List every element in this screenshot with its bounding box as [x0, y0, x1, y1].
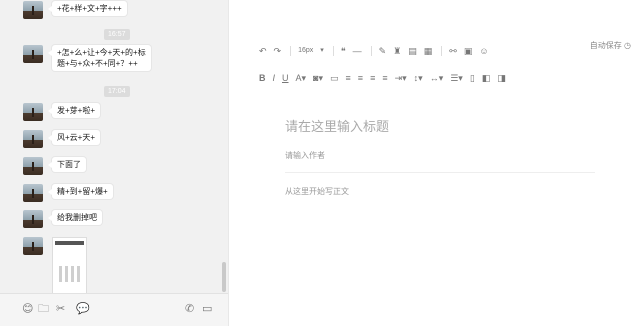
redo-icon[interactable]: ↷: [274, 45, 282, 57]
font-size-select[interactable]: 16px: [298, 45, 313, 57]
message-bubble[interactable]: 精+到+留+爆+: [48, 184, 113, 199]
list-icon[interactable]: ☰▾: [450, 72, 463, 84]
toolbar-divider: [370, 46, 372, 56]
phone-icon[interactable]: ✆: [185, 303, 194, 315]
chat-history-icon[interactable]: 💬: [76, 303, 90, 315]
editor-pane: ↶ ↷ 16px ▾ ❝ — ✎ ♜ ▤ ▦ ⚯ ▣ ☺ 自动保存 ◷ B I …: [228, 0, 640, 326]
line-spacing-icon[interactable]: ↕▾: [414, 72, 423, 84]
editor-toolbar-row-1: ↶ ↷ 16px ▾ ❝ — ✎ ♜ ▤ ▦ ⚯ ▣ ☺: [259, 44, 496, 58]
background-color-icon[interactable]: ◙▾: [313, 72, 323, 84]
emoji-icon[interactable]: 😊: [22, 303, 33, 315]
column-icon[interactable]: ▯: [470, 72, 475, 84]
float-left-icon[interactable]: ◧: [482, 72, 491, 84]
chat-message: 风+云+天+: [23, 130, 101, 148]
clear-format-icon[interactable]: ♜: [393, 45, 401, 57]
template-icon[interactable]: ▤: [408, 45, 417, 57]
align-center-icon[interactable]: ≡: [358, 72, 363, 84]
toolbar-divider: [290, 46, 292, 56]
emoji-icon[interactable]: ☺: [479, 45, 488, 57]
align-justify-icon[interactable]: ≡: [382, 72, 387, 84]
toolbar-divider: [441, 46, 443, 56]
chat-message: +怎+么+让+今+天+的+标 题+与+众+不+同+？++: [23, 45, 151, 71]
autosave-status: 自动保存 ◷: [589, 41, 631, 50]
editor-toolbar-row-2: B I U A▾ ◙▾ ▭ ≡ ≡ ≡ ≡ ⇥▾ ↕▾ ↔▾ ☰▾ ▯ ◧ ◨: [259, 71, 513, 85]
font-color-icon[interactable]: A▾: [296, 72, 307, 84]
box-icon[interactable]: ▭: [330, 72, 339, 84]
chat-pane: +花+样+文+字+++ 16:57 +怎+么+让+今+天+的+标 题+与+众+不…: [0, 0, 228, 326]
video-call-icon[interactable]: ▭: [202, 303, 212, 315]
letter-spacing-icon[interactable]: ↔▾: [430, 72, 444, 84]
toolbar-divider: [332, 46, 334, 56]
avatar[interactable]: [23, 103, 43, 121]
chat-message: [23, 237, 87, 294]
underline-icon[interactable]: U: [282, 72, 289, 84]
screenshot-scissors-icon[interactable]: ✂: [56, 303, 65, 315]
avatar[interactable]: [23, 237, 43, 255]
avatar[interactable]: [23, 1, 43, 19]
image-icon[interactable]: ▣: [464, 45, 473, 57]
chat-message: +花+样+文+字+++: [23, 1, 127, 19]
message-bubble[interactable]: 下面了: [48, 157, 86, 172]
chat-message: 下面了: [23, 157, 86, 175]
chat-message: 给我删掉吧: [23, 210, 102, 228]
timestamp: 17:04: [104, 86, 130, 97]
avatar[interactable]: [23, 130, 43, 148]
avatar[interactable]: [23, 184, 43, 202]
message-bubble[interactable]: 风+云+天+: [47, 130, 101, 145]
bold-icon[interactable]: B: [259, 72, 266, 84]
quote-icon[interactable]: ❝: [341, 45, 346, 57]
body-editor[interactable]: 从这里开始写正文: [285, 186, 349, 197]
chat-message: 发+芽+啦+: [23, 103, 101, 121]
float-right-icon[interactable]: ◨: [497, 72, 506, 84]
chevron-down-icon[interactable]: ▾: [320, 45, 324, 57]
scrollbar[interactable]: [222, 262, 226, 292]
message-bubble[interactable]: +怎+么+让+今+天+的+标 题+与+众+不+同+？++: [48, 45, 151, 71]
avatar[interactable]: [23, 157, 43, 175]
message-bubble[interactable]: 给我删掉吧: [48, 210, 102, 225]
title-input[interactable]: 请在这里输入标题: [285, 116, 389, 135]
author-input[interactable]: 请输入作者: [285, 150, 325, 161]
format-painter-icon[interactable]: ✎: [379, 45, 387, 57]
link-icon[interactable]: ⚯: [449, 45, 457, 57]
chat-toolbar: 😊 🗀 ✂ 💬 ✆ ▭: [0, 293, 228, 326]
message-bubble[interactable]: +花+样+文+字+++: [48, 1, 127, 16]
align-left-icon[interactable]: ≡: [346, 72, 351, 84]
folder-icon[interactable]: 🗀: [38, 303, 49, 315]
document-icon[interactable]: ▦: [424, 45, 433, 57]
image-message-thumbnail[interactable]: [52, 237, 87, 294]
timestamp: 16:57: [104, 29, 130, 40]
align-right-icon[interactable]: ≡: [370, 72, 375, 84]
avatar[interactable]: [23, 210, 43, 228]
chat-message: 精+到+留+爆+: [23, 184, 113, 202]
indent-icon[interactable]: ⇥▾: [395, 72, 407, 84]
italic-icon[interactable]: I: [273, 72, 276, 84]
horizontal-rule-icon[interactable]: —: [353, 45, 362, 57]
divider: [285, 172, 595, 173]
avatar[interactable]: [23, 45, 43, 63]
undo-icon[interactable]: ↶: [259, 45, 267, 57]
message-bubble[interactable]: 发+芽+啦+: [47, 103, 101, 118]
